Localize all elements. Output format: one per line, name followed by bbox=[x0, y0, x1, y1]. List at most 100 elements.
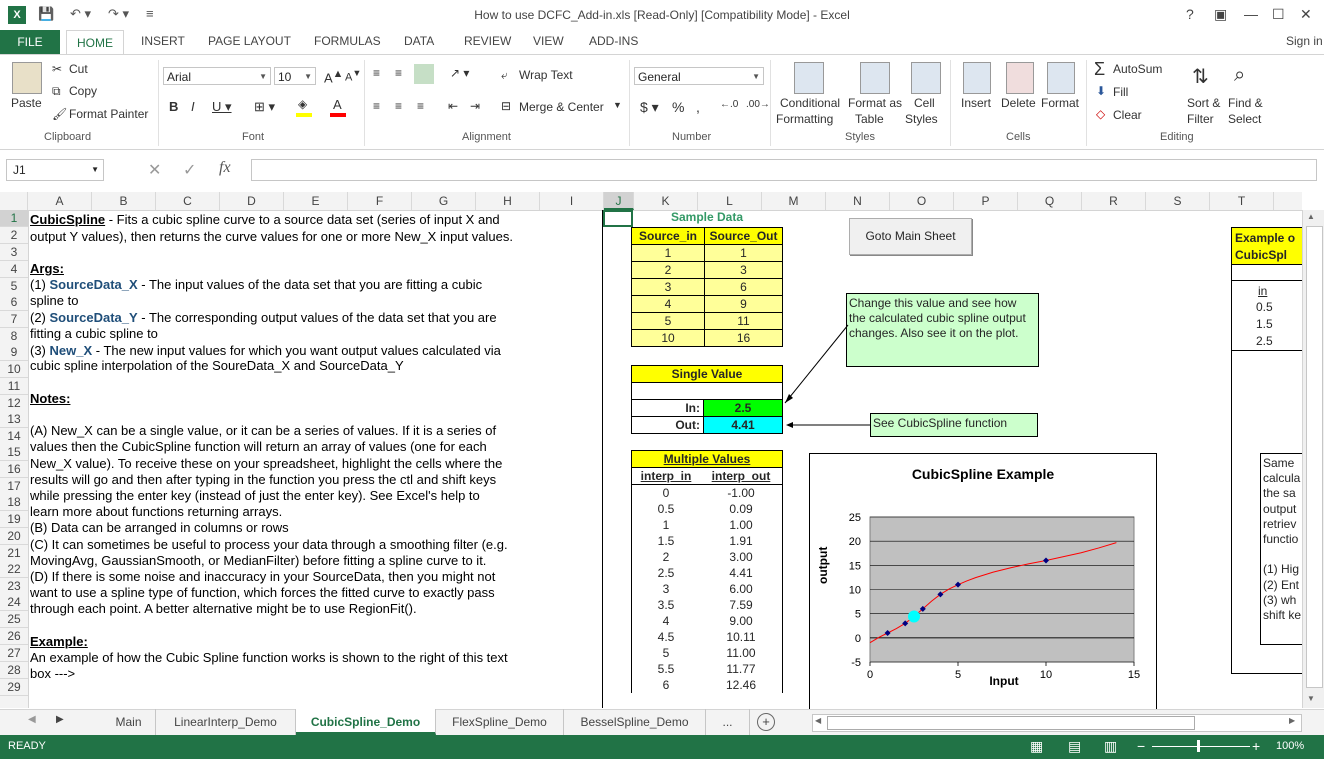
comma-icon[interactable]: , bbox=[696, 99, 700, 115]
sample-cell[interactable]: 6 bbox=[704, 278, 783, 296]
sample-cell[interactable]: 9 bbox=[704, 295, 783, 313]
sort-filter-icon[interactable]: ⇅ bbox=[1192, 64, 1209, 89]
column-header-o[interactable]: O bbox=[890, 192, 954, 210]
interp-cell[interactable]: 0.09 bbox=[700, 501, 783, 517]
sample-cell[interactable]: 11 bbox=[704, 312, 783, 330]
column-header-f[interactable]: F bbox=[348, 192, 412, 210]
find-select-icon[interactable]: ⌕ bbox=[1234, 64, 1245, 87]
autosum-icon[interactable]: Σ bbox=[1094, 59, 1105, 80]
conditional-formatting-icon[interactable] bbox=[794, 62, 824, 94]
close-icon[interactable]: ✕ bbox=[1300, 6, 1312, 23]
row-header-24[interactable]: 24 bbox=[0, 594, 28, 611]
maximize-icon[interactable]: ☐ bbox=[1272, 6, 1285, 23]
format-painter-button[interactable]: Format Painter bbox=[69, 107, 148, 121]
column-header-r[interactable]: R bbox=[1082, 192, 1146, 210]
fill-button[interactable]: Fill bbox=[1113, 85, 1128, 99]
interp-cell[interactable]: 2.5 bbox=[631, 565, 700, 581]
tab-home[interactable]: HOME bbox=[66, 30, 124, 55]
interp-cell[interactable]: 7.59 bbox=[700, 597, 783, 613]
wrap-text-icon[interactable]: ⤶ bbox=[501, 68, 508, 83]
scroll-right-icon[interactable]: ▶ bbox=[1289, 716, 1295, 725]
shrink-font-icon[interactable]: A▼ bbox=[345, 68, 361, 84]
increase-indent-icon[interactable]: ⇥ bbox=[470, 99, 480, 113]
column-header-k[interactable]: K bbox=[634, 192, 698, 210]
column-header-q[interactable]: Q bbox=[1018, 192, 1082, 210]
format-painter-icon[interactable]: 🖌 bbox=[52, 107, 67, 121]
interp-cell[interactable]: 9.00 bbox=[700, 613, 783, 629]
tab-insert[interactable]: INSERT bbox=[141, 34, 185, 48]
row-header-15[interactable]: 15 bbox=[0, 444, 28, 461]
interp-cell[interactable]: 4.41 bbox=[700, 565, 783, 581]
row-header-5[interactable]: 5 bbox=[0, 278, 28, 295]
cubicspline-chart[interactable]: CubicSpline Example Input output -5 0 5 10 1… bbox=[809, 453, 1157, 710]
sample-cell[interactable]: 3 bbox=[704, 261, 783, 279]
format-as-table-label2[interactable]: Table bbox=[855, 112, 884, 126]
grow-font-icon[interactable]: A▲ bbox=[324, 68, 343, 85]
autosum-button[interactable]: AutoSum bbox=[1113, 62, 1162, 76]
cell-styles-label2[interactable]: Styles bbox=[905, 112, 938, 126]
row-header-16[interactable]: 16 bbox=[0, 461, 28, 478]
sheet-tab-flexspline[interactable]: FlexSpline_Demo bbox=[436, 709, 564, 735]
bold-icon[interactable]: B bbox=[169, 99, 178, 114]
zoom-slider[interactable] bbox=[1152, 746, 1250, 747]
sign-in-link[interactable]: Sign in bbox=[1286, 34, 1323, 48]
borders-icon[interactable]: ⊞ ▾ bbox=[254, 99, 275, 115]
page-layout-view-icon[interactable]: ▤ bbox=[1068, 738, 1081, 755]
column-header-p[interactable]: P bbox=[954, 192, 1018, 210]
sheet-tab-besselspline[interactable]: BesselSpline_Demo bbox=[564, 709, 706, 735]
paste-icon[interactable] bbox=[12, 62, 42, 94]
insert-cells-icon[interactable] bbox=[963, 62, 991, 94]
sample-cell[interactable]: 16 bbox=[704, 329, 783, 347]
column-header-i[interactable]: I bbox=[540, 192, 604, 210]
interp-cell[interactable]: 4.5 bbox=[631, 629, 700, 645]
sheet-tab-main[interactable]: Main bbox=[102, 709, 156, 735]
interp-cell[interactable]: 4 bbox=[631, 613, 700, 629]
number-format-select[interactable]: General ▼ bbox=[634, 67, 764, 85]
delete-cells-button[interactable]: Delete bbox=[1001, 96, 1036, 110]
scroll-down-icon[interactable]: ▼ bbox=[1307, 694, 1315, 703]
clear-icon[interactable]: ◇ bbox=[1096, 107, 1105, 121]
row-header-7[interactable]: 7 bbox=[0, 311, 28, 328]
formula-input[interactable] bbox=[251, 159, 1317, 181]
wrap-text-button[interactable]: Wrap Text bbox=[519, 68, 573, 82]
zoom-out-icon[interactable]: − bbox=[1137, 738, 1145, 754]
interp-cell[interactable]: 11.77 bbox=[700, 661, 783, 677]
file-tab[interactable]: FILE bbox=[0, 30, 60, 54]
interp-cell[interactable]: 1 bbox=[631, 517, 700, 533]
interp-cell[interactable]: 5 bbox=[631, 645, 700, 661]
zoom-slider-thumb[interactable] bbox=[1197, 740, 1200, 752]
zoom-in-icon[interactable]: + bbox=[1252, 738, 1260, 754]
sample-cell[interactable]: 1 bbox=[704, 244, 783, 262]
font-name-select[interactable]: Arial ▼ bbox=[163, 67, 271, 85]
interp-cell[interactable]: 12.46 bbox=[700, 677, 783, 693]
underline-icon[interactable]: U ▾ bbox=[212, 99, 232, 115]
cut-button[interactable]: Cut bbox=[69, 62, 88, 76]
row-header-6[interactable]: 6 bbox=[0, 294, 28, 311]
name-box[interactable]: J1 ▼ bbox=[6, 159, 104, 181]
horizontal-scrollbar[interactable]: ◀ ▶ bbox=[812, 714, 1302, 732]
paste-button[interactable]: Paste bbox=[11, 96, 42, 110]
minimize-icon[interactable]: — bbox=[1244, 6, 1258, 22]
chevron-down-icon[interactable]: ▼ bbox=[613, 100, 622, 110]
font-size-select[interactable]: 10 ▼ bbox=[274, 67, 316, 85]
row-header-29[interactable]: 29 bbox=[0, 679, 28, 696]
clear-button[interactable]: Clear bbox=[1113, 108, 1142, 122]
column-header-b[interactable]: B bbox=[92, 192, 156, 210]
insert-cells-button[interactable]: Insert bbox=[961, 96, 991, 110]
sample-cell[interactable]: 2 bbox=[631, 261, 705, 279]
tab-review[interactable]: REVIEW bbox=[464, 34, 511, 48]
row-header-10[interactable]: 10 bbox=[0, 361, 28, 378]
interp-cell[interactable]: 5.5 bbox=[631, 661, 700, 677]
row-header-28[interactable]: 28 bbox=[0, 662, 28, 679]
row-header-23[interactable]: 23 bbox=[0, 578, 28, 595]
row-header-1[interactable]: 1 bbox=[0, 210, 28, 227]
column-header-s[interactable]: S bbox=[1146, 192, 1210, 210]
insert-function-icon[interactable]: fx bbox=[219, 159, 231, 177]
conditional-formatting-label2[interactable]: Formatting bbox=[776, 112, 833, 126]
column-header-j[interactable]: J bbox=[604, 192, 634, 210]
row-header-2[interactable]: 2 bbox=[0, 227, 28, 244]
interp-cell[interactable]: 2 bbox=[631, 549, 700, 565]
sample-cell[interactable]: 3 bbox=[631, 278, 705, 296]
font-color-icon[interactable] bbox=[330, 113, 346, 117]
cancel-icon[interactable]: ✕ bbox=[148, 160, 161, 180]
